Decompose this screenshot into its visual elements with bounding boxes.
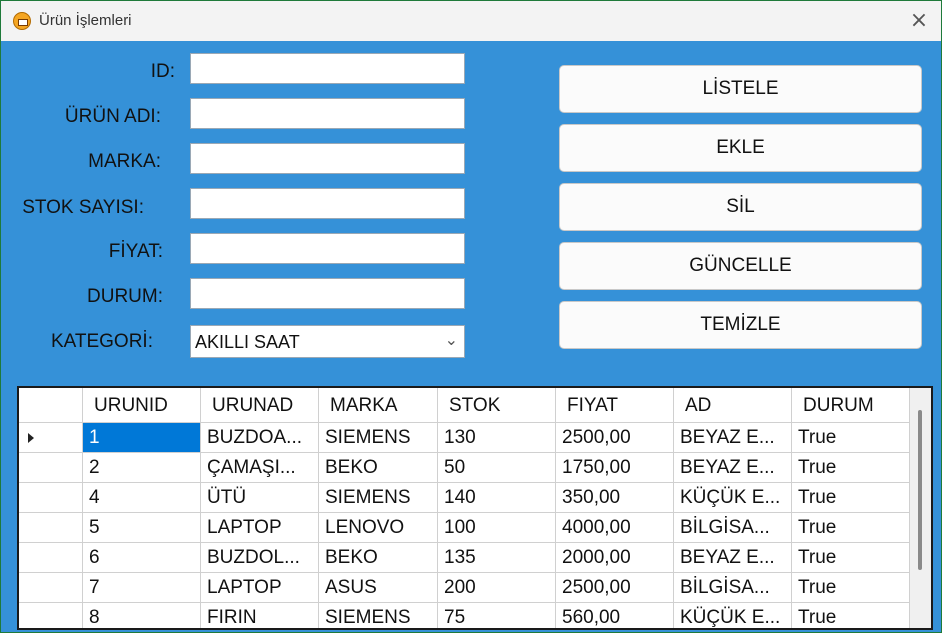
table-cell[interactable]: 2 xyxy=(83,453,201,483)
table-cell[interactable]: LENOVO xyxy=(319,513,438,543)
table-cell[interactable]: 6 xyxy=(83,543,201,573)
stok-label: STOK SAYISI: xyxy=(22,197,144,218)
table-cell[interactable]: BUZDOA... xyxy=(201,423,319,453)
current-row-icon xyxy=(28,433,34,443)
row-header[interactable] xyxy=(19,543,83,573)
table-cell[interactable]: BEKO xyxy=(319,453,438,483)
table-cell[interactable]: 75 xyxy=(438,603,556,628)
table-cell[interactable]: SIEMENS xyxy=(319,603,438,628)
kategori-dropdown[interactable]: AKILLI SAAT ⌄ xyxy=(190,325,465,358)
column-header[interactable]: URUNID xyxy=(83,388,201,423)
column-header[interactable]: URUNAD xyxy=(201,388,319,423)
table-cell[interactable]: BEKO xyxy=(319,543,438,573)
row-header[interactable] xyxy=(19,453,83,483)
id-label: ID: xyxy=(150,61,175,82)
table-cell[interactable]: BEYAZ E... xyxy=(674,543,792,573)
column-header[interactable]: FIYAT xyxy=(556,388,674,423)
durum-input[interactable] xyxy=(190,278,465,309)
column-header[interactable]: STOK xyxy=(438,388,556,423)
table-cell[interactable]: KÜÇÜK E... xyxy=(674,483,792,513)
table-cell[interactable]: 8 xyxy=(83,603,201,628)
table-cell[interactable]: 1750,00 xyxy=(556,453,674,483)
table-cell[interactable]: True xyxy=(792,423,910,453)
close-icon[interactable]: × xyxy=(905,7,933,35)
table-cell[interactable]: 350,00 xyxy=(556,483,674,513)
column-header[interactable]: DURUM xyxy=(792,388,910,423)
products-grid[interactable]: URUNID URUNAD MARKA STOK FIYAT AD DURUM 1 BUZDOA… xyxy=(17,386,933,630)
stok-input[interactable] xyxy=(190,188,465,219)
table-cell[interactable]: ÜTÜ xyxy=(201,483,319,513)
table-cell[interactable]: 2500,00 xyxy=(556,573,674,603)
table-cell[interactable]: 130 xyxy=(438,423,556,453)
urun-adi-input[interactable] xyxy=(190,98,465,129)
table-cell[interactable]: BİLGİSA... xyxy=(674,513,792,543)
table-cell[interactable]: BEYAZ E... xyxy=(674,453,792,483)
table-cell[interactable]: KÜÇÜK E... xyxy=(674,603,792,628)
table-cell[interactable]: FIRIN xyxy=(201,603,319,628)
table-cell[interactable]: 100 xyxy=(438,513,556,543)
table-cell[interactable]: 140 xyxy=(438,483,556,513)
table-cell[interactable]: True xyxy=(792,603,910,628)
scrollbar-thumb[interactable] xyxy=(918,410,922,570)
table-cell[interactable]: BUZDOL... xyxy=(201,543,319,573)
table-cell[interactable]: True xyxy=(792,513,910,543)
table-cell[interactable]: 50 xyxy=(438,453,556,483)
sil-button[interactable]: SİL xyxy=(559,183,922,231)
durum-label: DURUM: xyxy=(87,286,163,307)
table-cell[interactable]: 4 xyxy=(83,483,201,513)
ekle-button[interactable]: EKLE xyxy=(559,124,922,172)
table-cell[interactable]: 5 xyxy=(83,513,201,543)
row-header[interactable] xyxy=(19,573,83,603)
table-cell[interactable]: 2000,00 xyxy=(556,543,674,573)
table-cell[interactable]: BİLGİSA... xyxy=(674,573,792,603)
main-window: Ürün İşlemleri × ID: ÜRÜN ADI: MARKA: ST… xyxy=(0,0,942,633)
table-cell[interactable]: True xyxy=(792,453,910,483)
table-cell[interactable]: LAPTOP xyxy=(201,513,319,543)
guncelle-button[interactable]: GÜNCELLE xyxy=(559,242,922,290)
chevron-down-icon[interactable]: ⌄ xyxy=(445,330,458,349)
urun-adi-label: ÜRÜN ADI: xyxy=(64,106,161,127)
listele-button[interactable]: LİSTELE xyxy=(559,65,922,113)
table-cell[interactable]: True xyxy=(792,543,910,573)
fiyat-input[interactable] xyxy=(190,233,465,264)
grid-corner xyxy=(19,388,83,423)
marka-label: MARKA: xyxy=(88,151,161,172)
id-input[interactable] xyxy=(190,53,465,84)
table-cell[interactable]: SIEMENS xyxy=(319,483,438,513)
table-cell[interactable]: 7 xyxy=(83,573,201,603)
table-cell[interactable]: ASUS xyxy=(319,573,438,603)
kategori-label: KATEGORİ: xyxy=(50,331,153,352)
title-bar: Ürün İşlemleri × xyxy=(1,1,941,41)
row-header[interactable] xyxy=(19,603,83,628)
window-title: Ürün İşlemleri xyxy=(39,12,132,29)
vertical-scrollbar[interactable] xyxy=(910,388,931,628)
table-cell[interactable]: ÇAMAŞI... xyxy=(201,453,319,483)
table-cell[interactable]: 2500,00 xyxy=(556,423,674,453)
table-cell[interactable]: 4000,00 xyxy=(556,513,674,543)
table-cell[interactable]: SIEMENS xyxy=(319,423,438,453)
row-header[interactable] xyxy=(19,483,83,513)
temizle-button[interactable]: TEMİZLE xyxy=(559,301,922,349)
table-cell[interactable]: 1 xyxy=(83,423,201,453)
table-cell[interactable]: LAPTOP xyxy=(201,573,319,603)
table-cell[interactable]: True xyxy=(792,573,910,603)
app-icon xyxy=(13,12,31,30)
table-cell[interactable]: 560,00 xyxy=(556,603,674,628)
kategori-selected: AKILLI SAAT xyxy=(195,332,300,352)
column-header[interactable]: AD xyxy=(674,388,792,423)
table-cell[interactable]: BEYAZ E... xyxy=(674,423,792,453)
row-header[interactable] xyxy=(19,513,83,543)
table-cell[interactable]: 200 xyxy=(438,573,556,603)
column-header[interactable]: MARKA xyxy=(319,388,438,423)
fiyat-label: FİYAT: xyxy=(108,241,163,262)
table-cell[interactable]: 135 xyxy=(438,543,556,573)
table-cell[interactable]: True xyxy=(792,483,910,513)
marka-input[interactable] xyxy=(190,143,465,174)
row-header[interactable] xyxy=(19,423,83,453)
